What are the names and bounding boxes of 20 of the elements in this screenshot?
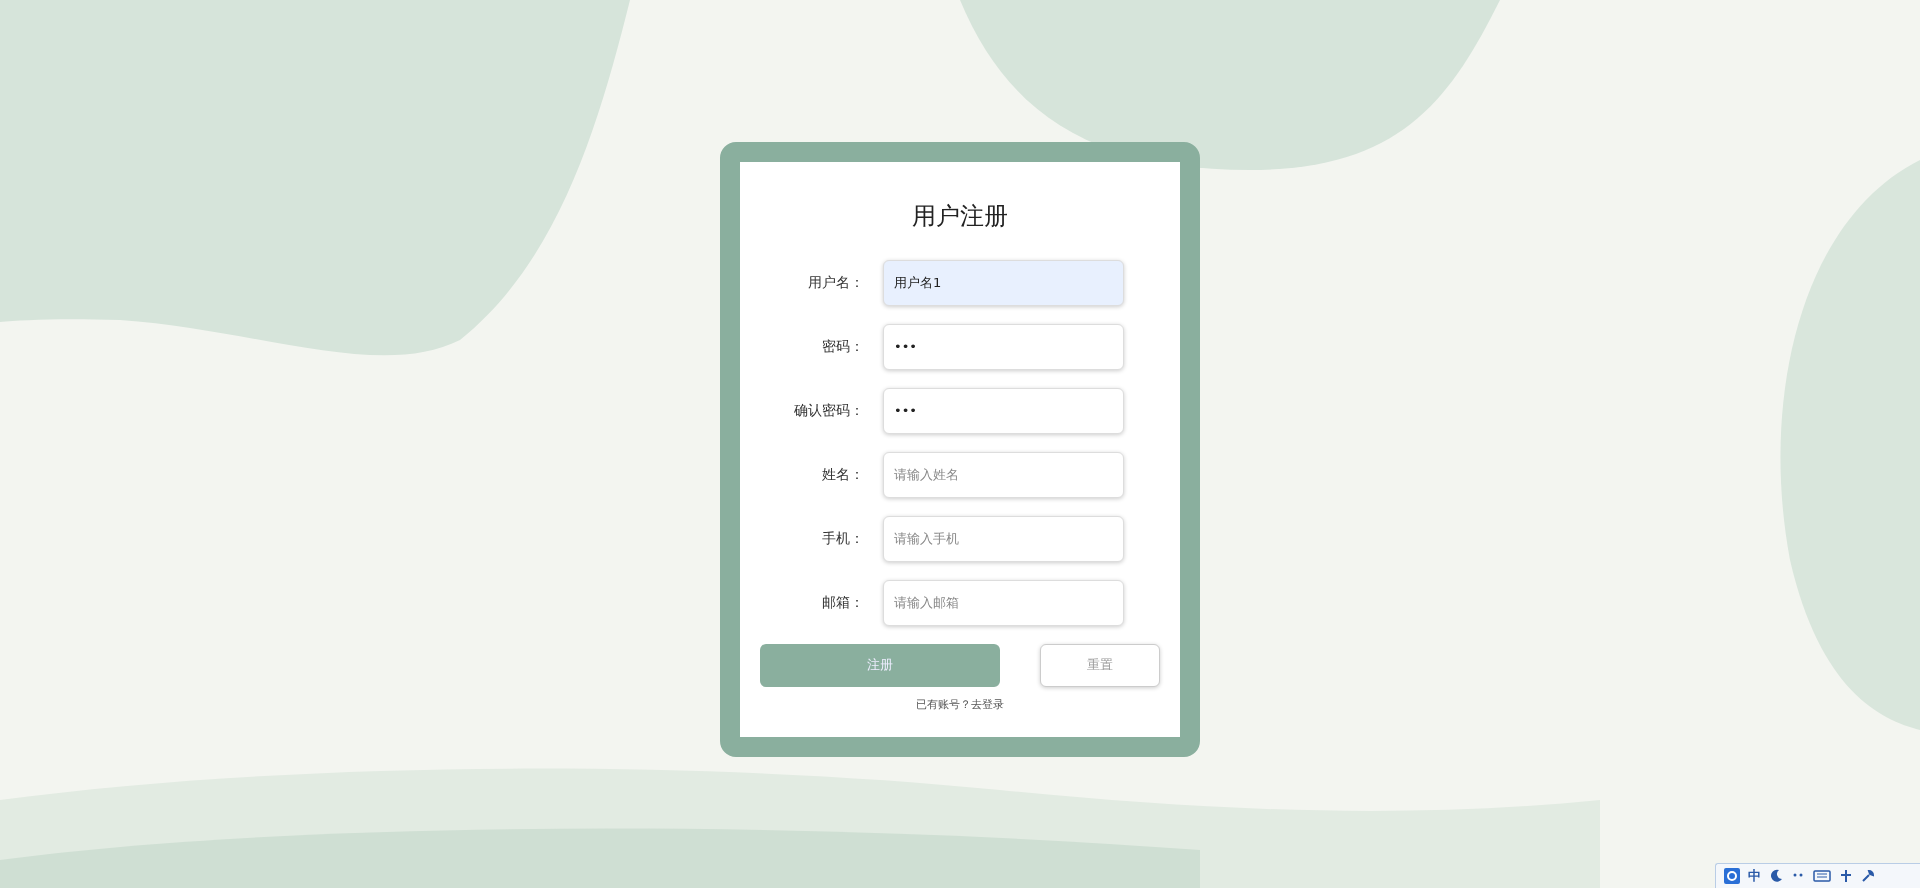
field-label: 密码： (821, 337, 864, 356)
field-label: 手机： (821, 529, 864, 548)
field-label: 姓名： (821, 465, 864, 484)
input-field[interactable]: 用户名1 (883, 259, 1124, 306)
input-field[interactable]: 请输入姓名 (883, 451, 1124, 498)
login-link[interactable]: 已有账号？去登录 (916, 696, 1004, 712)
input-field[interactable]: 请输入手机 (883, 515, 1124, 562)
keyboard-icon[interactable] (1813, 869, 1831, 883)
field-label: 用户名： (807, 273, 864, 292)
field-label: 邮箱： (821, 593, 864, 612)
input-mode-toggle[interactable]: 中 (1748, 867, 1761, 885)
wrench-icon[interactable] (1861, 869, 1875, 883)
moon-icon[interactable] (1769, 869, 1783, 883)
input-field[interactable]: 请输入邮箱 (883, 579, 1124, 626)
split-icon[interactable] (1839, 869, 1853, 883)
input-field[interactable]: ••• (883, 387, 1124, 434)
field-label: 确认密码： (793, 401, 864, 420)
logo-icon[interactable] (1724, 868, 1740, 884)
form-title: 用户注册 (912, 200, 1008, 232)
input-field[interactable]: ••• (883, 323, 1124, 370)
